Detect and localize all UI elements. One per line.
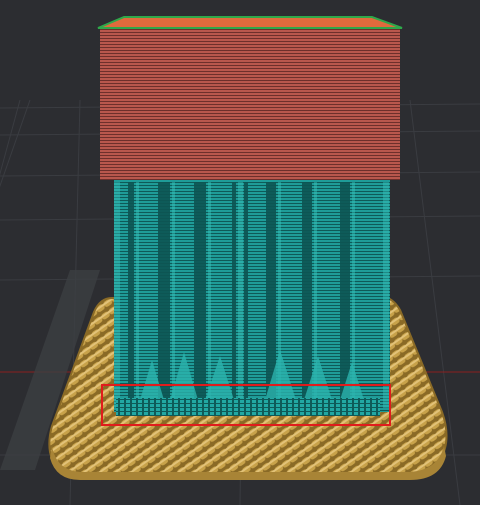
3d-preview-viewport[interactable]: [0, 0, 480, 505]
sliced-model-preview[interactable]: [0, 0, 480, 505]
model-top-block: [100, 28, 400, 180]
support-base-layer: [116, 398, 380, 416]
model-top-surface: [97, 16, 403, 29]
